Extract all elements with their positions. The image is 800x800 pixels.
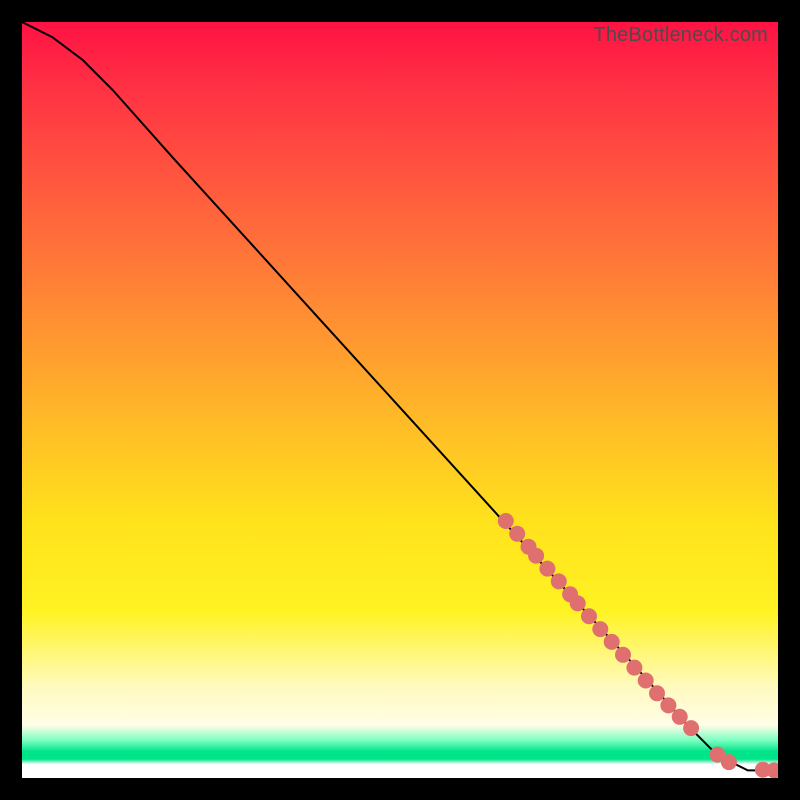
data-point <box>638 673 654 689</box>
data-point <box>649 685 665 701</box>
data-point <box>551 573 567 589</box>
data-point <box>672 709 688 725</box>
bottleneck-curve <box>22 22 778 770</box>
data-point <box>528 548 544 564</box>
data-point <box>615 647 631 663</box>
chart-frame: TheBottleneck.com <box>0 0 800 800</box>
data-point <box>581 608 597 624</box>
data-point <box>498 513 514 529</box>
chart-overlay <box>22 22 778 778</box>
data-point <box>604 634 620 650</box>
data-point <box>592 621 608 637</box>
data-point <box>683 720 699 736</box>
plot-area: TheBottleneck.com <box>22 22 778 778</box>
data-points-group <box>498 513 778 778</box>
data-point <box>509 526 525 542</box>
data-point <box>539 561 555 577</box>
data-point <box>626 660 642 676</box>
data-point <box>721 754 737 770</box>
data-point <box>570 595 586 611</box>
data-point <box>660 697 676 713</box>
